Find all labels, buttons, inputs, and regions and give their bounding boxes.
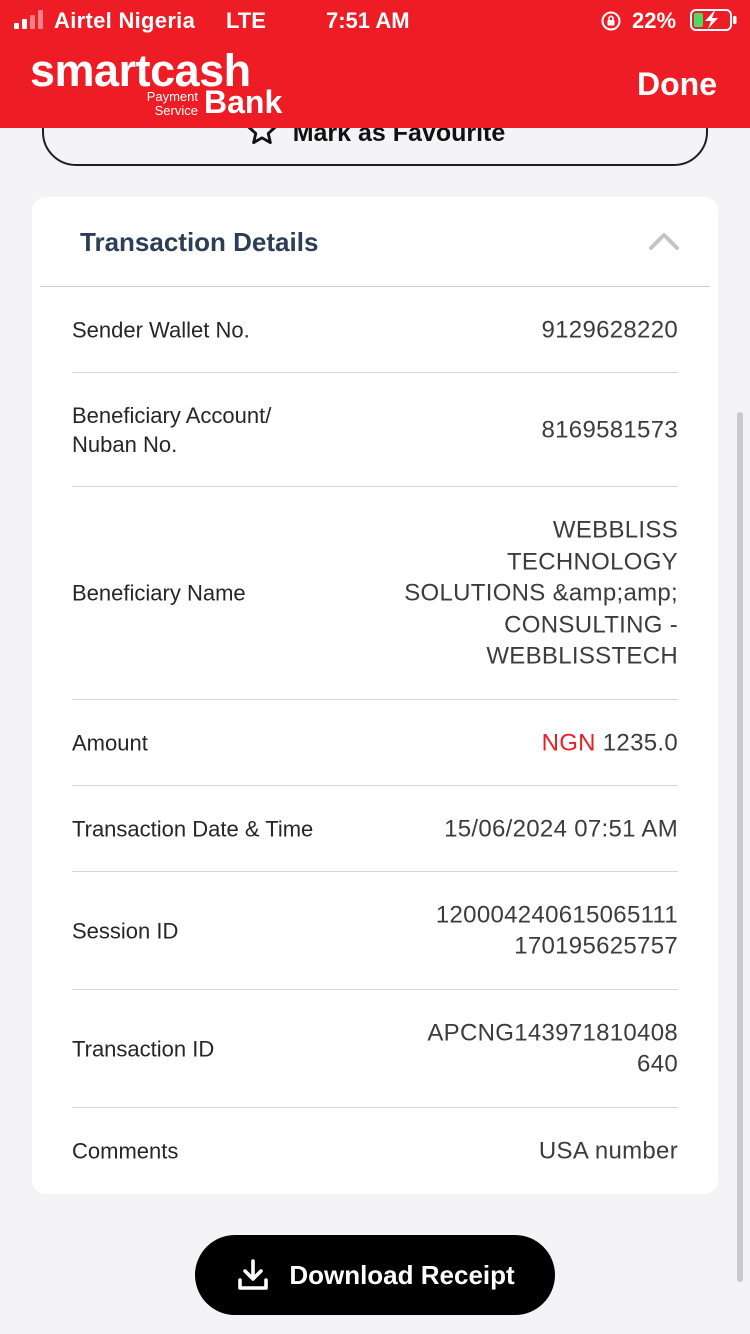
- status-bar: Airtel Nigeria LTE 7:51 AM 22%: [0, 0, 750, 42]
- detail-value: NGN 1235.0: [542, 727, 678, 759]
- detail-label-line: Nuban No.: [72, 431, 178, 457]
- amount-value: 1235.0: [602, 728, 678, 756]
- detail-value: 9129628220: [541, 315, 678, 343]
- network-type: LTE: [226, 8, 266, 33]
- value-line: 640: [637, 1050, 678, 1078]
- value-line: 170195625757: [514, 932, 678, 960]
- detail-label: Transaction Date & Time: [72, 816, 314, 841]
- status-time: 7:51 AM: [326, 8, 410, 33]
- download-receipt-button[interactable]: Download Receipt: [195, 1235, 555, 1315]
- detail-label: Comments: [72, 1138, 179, 1164]
- detail-value: 120004240615065111 170195625757: [436, 899, 678, 962]
- done-button[interactable]: Done: [637, 66, 717, 103]
- detail-row-session-id: Session ID 120004240615065111 1701956257…: [72, 872, 678, 990]
- smartcash-logo: smartcash Payment Service Bank: [30, 46, 283, 122]
- battery-charging-icon: [690, 9, 737, 31]
- transaction-details-header[interactable]: Transaction Details: [40, 197, 710, 287]
- currency-code: NGN: [541, 728, 596, 756]
- detail-label: Transaction ID: [72, 1036, 215, 1061]
- detail-value: APCNG143971810408 640: [427, 1017, 678, 1080]
- detail-value: WEBBLISS TECHNOLOGY SOLUTIONS &amp;amp; …: [404, 514, 678, 672]
- value-line: SOLUTIONS &amp;amp;: [404, 579, 678, 607]
- detail-label: Session ID: [72, 918, 179, 943]
- logo-subtitle-line: Service: [154, 103, 198, 118]
- detail-label-line: Beneficiary Account/: [72, 402, 272, 428]
- transaction-details-card: Transaction Details Sender Wallet No. 91…: [32, 197, 718, 1194]
- detail-row-transaction-date: Transaction Date & Time 15/06/2024 07:51…: [72, 786, 678, 872]
- detail-value: 8169581573: [541, 415, 678, 443]
- app-header: Airtel Nigeria LTE 7:51 AM 22% smartcash…: [0, 0, 750, 128]
- battery-percent: 22%: [632, 8, 677, 33]
- detail-row-sender-wallet: Sender Wallet No. 9129628220: [72, 287, 678, 373]
- signal-strength-icon: [14, 10, 43, 29]
- value-line: APCNG143971810408: [427, 1019, 678, 1046]
- download-receipt-label: Download Receipt: [289, 1259, 515, 1290]
- value-line: TECHNOLOGY: [506, 547, 678, 575]
- detail-label: Beneficiary Account/ Nuban No.: [72, 401, 271, 459]
- detail-value: USA number: [538, 1137, 678, 1165]
- value-line: CONSULTING -: [504, 610, 678, 638]
- carrier-name: Airtel Nigeria: [54, 8, 196, 33]
- screen-content: Mark as Favourite Transaction Details Se…: [0, 0, 750, 1334]
- download-icon: [238, 1259, 269, 1290]
- detail-row-beneficiary-account: Beneficiary Account/ Nuban No. 816958157…: [72, 373, 678, 487]
- value-line: 120004240615065111: [435, 901, 678, 928]
- value-line: WEBBLISS: [552, 516, 678, 544]
- logo-bank: Bank: [204, 84, 283, 120]
- logo-subtitle-line: Payment: [146, 89, 198, 104]
- detail-value: 15/06/2024 07:51 AM: [444, 814, 678, 842]
- detail-row-comments: Comments USA number: [72, 1108, 678, 1194]
- detail-row-amount: Amount NGN 1235.0: [72, 700, 678, 786]
- value-line: WEBBLISSTECH: [486, 642, 678, 670]
- detail-row-beneficiary-name: Beneficiary Name WEBBLISS TECHNOLOGY SOL…: [72, 487, 678, 700]
- detail-row-transaction-id: Transaction ID APCNG143971810408 640: [72, 990, 678, 1108]
- orientation-lock-icon: [601, 11, 621, 31]
- detail-label: Sender Wallet No.: [72, 317, 250, 342]
- logo-subtitle: Payment Service: [146, 90, 198, 118]
- detail-label: Beneficiary Name: [72, 580, 246, 606]
- chevron-up-icon[interactable]: [648, 229, 680, 251]
- detail-label: Amount: [72, 730, 148, 755]
- transaction-details-title: Transaction Details: [80, 227, 319, 257]
- scrollbar[interactable]: [737, 412, 743, 1282]
